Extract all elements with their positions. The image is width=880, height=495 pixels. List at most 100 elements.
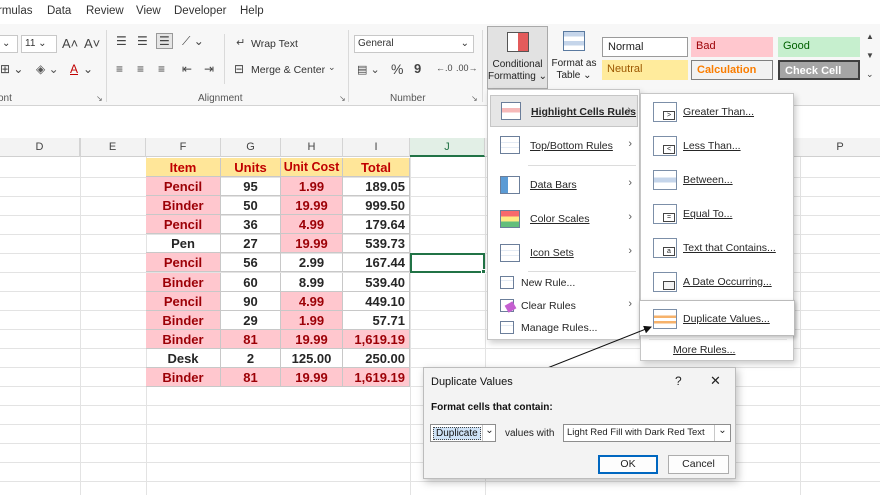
- cell-total[interactable]: 999.50: [343, 196, 410, 216]
- style-neutral[interactable]: Neutral: [602, 60, 688, 80]
- menu-item-icon-sets[interactable]: Icon Sets ›: [490, 238, 638, 270]
- column-header-h[interactable]: H: [281, 138, 343, 157]
- decrease-indent-icon[interactable]: ⇤: [182, 62, 192, 76]
- cell-item[interactable]: Binder: [146, 329, 221, 349]
- header-item[interactable]: Item: [146, 158, 221, 177]
- duplicate-type-select[interactable]: Duplicate ⌄: [430, 424, 496, 442]
- cell-units[interactable]: 2: [221, 348, 281, 368]
- number-format-dropdown[interactable]: General ⌄: [354, 35, 474, 53]
- increase-decimal-icon[interactable]: ←.0: [436, 63, 453, 73]
- cell-unit-cost[interactable]: 4.99: [281, 291, 343, 311]
- format-as-table-button[interactable]: Format as Table ⌄: [551, 26, 597, 89]
- header-unit-cost[interactable]: Unit Cost: [281, 158, 343, 177]
- cell-item[interactable]: Binder: [146, 368, 221, 387]
- tab-data[interactable]: Data: [47, 5, 71, 17]
- comma-style-button[interactable]: 9: [414, 61, 421, 76]
- wrap-text-icon[interactable]: ↵: [236, 36, 245, 49]
- wrap-text-button[interactable]: Wrap Text: [251, 38, 298, 50]
- cell-units[interactable]: 81: [221, 368, 281, 387]
- merge-center-icon[interactable]: ⊟: [234, 62, 244, 76]
- cell-unit-cost[interactable]: 2.99: [281, 253, 343, 273]
- cell-item[interactable]: Pencil: [146, 291, 221, 311]
- cell-unit-cost[interactable]: 125.00: [281, 348, 343, 368]
- cell-total[interactable]: 539.73: [343, 234, 410, 254]
- cell-unit-cost[interactable]: 19.99: [281, 234, 343, 254]
- borders-icon[interactable]: ⊞ ⌄: [0, 62, 23, 76]
- submenu-item-greater-than[interactable]: > Greater Than...: [642, 95, 792, 129]
- alignment-launcher-icon[interactable]: ↘: [339, 94, 346, 103]
- font-name-dropdown[interactable]: ⌄: [0, 35, 18, 53]
- cell-units[interactable]: 60: [221, 272, 281, 292]
- tab-developer[interactable]: Developer: [174, 5, 226, 17]
- column-header-i[interactable]: I: [343, 138, 410, 157]
- submenu-item-less-than[interactable]: < Less Than...: [642, 129, 792, 163]
- cell-item[interactable]: Binder: [146, 310, 221, 330]
- menu-item-top-bottom-rules[interactable]: Top/Bottom Rules ›: [490, 130, 638, 162]
- cell-item[interactable]: Binder: [146, 196, 221, 216]
- gallery-scroll-up-icon[interactable]: ▲: [866, 32, 874, 41]
- cell-total[interactable]: 250.00: [343, 348, 410, 368]
- cell-units[interactable]: 29: [221, 310, 281, 330]
- increase-font-button[interactable]: A˄: [62, 36, 78, 51]
- style-good[interactable]: Good: [778, 37, 860, 57]
- format-style-select[interactable]: Light Red Fill with Dark Red Text ⌄: [563, 424, 731, 442]
- cell-total[interactable]: 449.10: [343, 291, 410, 311]
- cell-item[interactable]: Pen: [146, 234, 221, 254]
- align-left-icon[interactable]: ≡: [116, 62, 123, 76]
- cell-units[interactable]: 27: [221, 234, 281, 254]
- tab-review[interactable]: Review: [86, 5, 124, 17]
- font-launcher-icon[interactable]: ↘: [96, 94, 103, 103]
- gallery-scroll-down-icon[interactable]: ▼: [866, 51, 874, 60]
- align-middle-icon[interactable]: ☰: [137, 34, 148, 48]
- accounting-format-icon[interactable]: ▤ ⌄: [357, 63, 380, 76]
- ok-button[interactable]: OK: [598, 455, 658, 474]
- menu-item-color-scales[interactable]: Color Scales ›: [490, 204, 638, 236]
- cell-unit-cost[interactable]: 19.99: [281, 368, 343, 387]
- cell-units[interactable]: 36: [221, 215, 281, 235]
- cell-unit-cost[interactable]: 19.99: [281, 196, 343, 216]
- tab-formulas[interactable]: rmulas: [0, 5, 33, 17]
- cell-unit-cost[interactable]: 1.99: [281, 310, 343, 330]
- cell-unit-cost[interactable]: 19.99: [281, 329, 343, 349]
- align-center-icon[interactable]: ≡: [137, 62, 144, 76]
- cell-item[interactable]: Pencil: [146, 215, 221, 235]
- cell-units[interactable]: 50: [221, 196, 281, 216]
- column-header-g[interactable]: G: [221, 138, 281, 157]
- submenu-item-date-occurring[interactable]: A Date Occurring...: [642, 265, 792, 299]
- cell-total[interactable]: 167.44: [343, 253, 410, 273]
- style-calculation[interactable]: Calculation: [691, 60, 773, 80]
- tab-help[interactable]: Help: [240, 5, 264, 17]
- merge-center-button[interactable]: Merge & Center: [251, 64, 325, 76]
- orientation-icon[interactable]: ⟋ ⌄: [182, 34, 204, 49]
- submenu-item-text-contains[interactable]: a Text that Contains...: [642, 231, 792, 265]
- cell-item[interactable]: Binder: [146, 272, 221, 292]
- cell-total[interactable]: 179.64: [343, 215, 410, 235]
- decrease-font-button[interactable]: A˅: [84, 36, 100, 51]
- style-check-cell[interactable]: Check Cell: [778, 60, 860, 80]
- header-units[interactable]: Units: [221, 158, 281, 177]
- number-launcher-icon[interactable]: ↘: [471, 94, 478, 103]
- align-bottom-icon[interactable]: ☰: [156, 33, 173, 49]
- cell-unit-cost[interactable]: 1.99: [281, 177, 343, 196]
- cell-total[interactable]: 57.71: [343, 310, 410, 330]
- column-header-f[interactable]: F: [146, 138, 221, 157]
- style-bad[interactable]: Bad: [691, 37, 773, 57]
- fill-handle[interactable]: [481, 269, 486, 274]
- font-size-dropdown[interactable]: 11 ⌄: [21, 35, 57, 53]
- cell-units[interactable]: 56: [221, 253, 281, 273]
- cell-total[interactable]: 539.40: [343, 272, 410, 292]
- column-header-d[interactable]: D: [0, 138, 80, 157]
- cell-unit-cost[interactable]: 8.99: [281, 272, 343, 292]
- font-color-icon[interactable]: A: [70, 62, 78, 76]
- active-cell-selection[interactable]: [410, 253, 485, 273]
- menu-item-data-bars[interactable]: Data Bars ›: [490, 170, 638, 202]
- align-right-icon[interactable]: ≡: [158, 62, 165, 76]
- gallery-more-icon[interactable]: ⌄: [866, 69, 874, 80]
- cell-units[interactable]: 95: [221, 177, 281, 196]
- column-header-j[interactable]: J: [410, 138, 485, 157]
- submenu-item-equal-to[interactable]: = Equal To...: [642, 197, 792, 231]
- cell-total[interactable]: 1,619.19: [343, 368, 410, 387]
- percent-style-button[interactable]: %: [391, 61, 403, 77]
- submenu-item-duplicate-values[interactable]: Duplicate Values...: [639, 300, 795, 336]
- merge-dropdown-icon[interactable]: ⌄: [328, 62, 336, 73]
